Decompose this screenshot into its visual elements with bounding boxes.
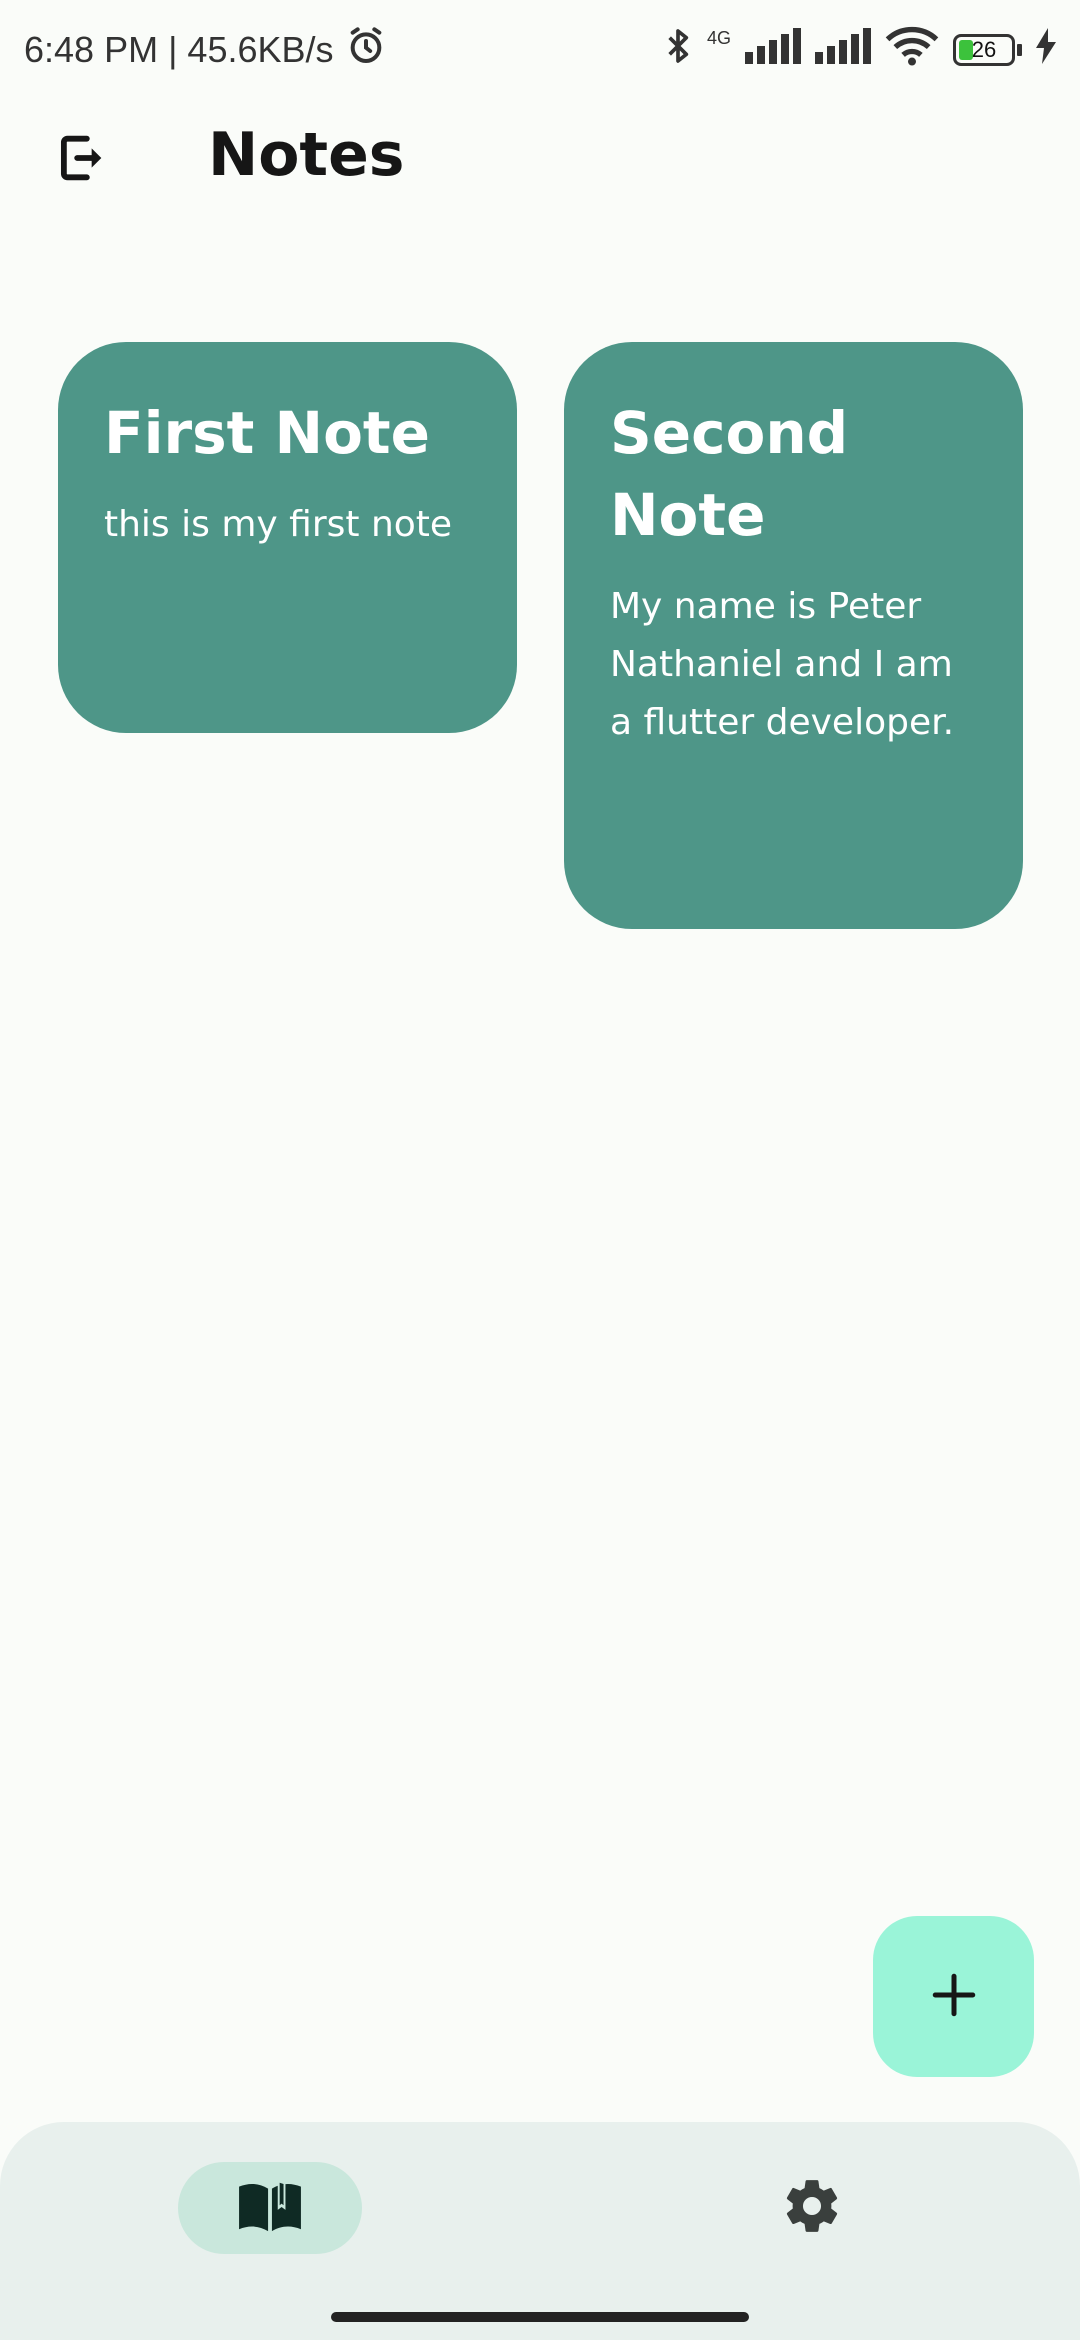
signal-icon xyxy=(745,27,801,73)
status-bar: 6:48 PM | 45.6KB/s 4G 26 xyxy=(0,0,1080,100)
logout-icon xyxy=(53,128,111,192)
nav-item-notes[interactable] xyxy=(178,2162,362,2254)
nav-item-settings[interactable] xyxy=(762,2162,862,2254)
note-title: First Note xyxy=(104,399,430,467)
plus-icon xyxy=(929,1970,979,2024)
note-body: this is my first note xyxy=(104,504,453,545)
wifi-icon xyxy=(885,26,939,75)
app-bar: Notes xyxy=(0,100,1080,220)
alarm-icon xyxy=(346,26,386,75)
bottom-navigation xyxy=(0,2122,1080,2340)
home-indicator[interactable] xyxy=(331,2312,749,2322)
charging-icon xyxy=(1036,27,1056,73)
note-card[interactable]: First Note this is my first note xyxy=(58,342,517,733)
note-title: Second Note xyxy=(610,399,849,549)
add-note-button[interactable] xyxy=(873,1916,1034,2077)
note-card[interactable]: Second Note My name is Peter Nathaniel a… xyxy=(564,342,1023,929)
note-body: My name is Peter Nathaniel and I am a fl… xyxy=(610,586,955,743)
battery-icon: 26 xyxy=(953,34,1022,66)
gear-icon xyxy=(781,2175,843,2241)
status-time-speed: 6:48 PM | 45.6KB/s xyxy=(24,29,334,70)
network-type-label: 4G xyxy=(706,27,731,48)
status-left: 6:48 PM | 45.6KB/s xyxy=(24,26,386,75)
bluetooth-icon xyxy=(663,26,693,75)
book-icon xyxy=(235,2177,305,2239)
signal-icon xyxy=(815,27,871,73)
battery-level: 26 xyxy=(971,37,997,62)
status-right: 4G 26 xyxy=(663,26,1056,75)
page-title: Notes xyxy=(208,120,405,190)
logout-button[interactable] xyxy=(44,122,120,198)
